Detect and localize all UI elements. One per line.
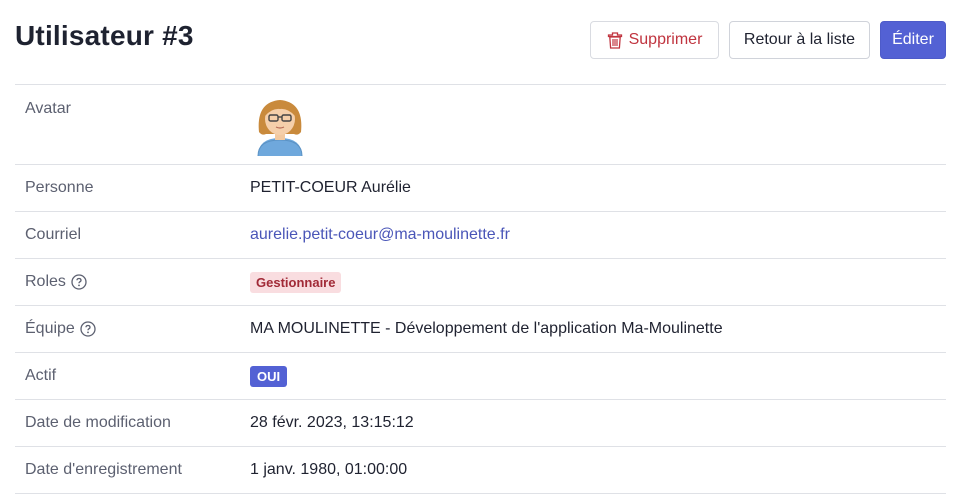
delete-button[interactable]: Supprimer [590,21,719,59]
row-registered: Date d'enregistrement 1 janv. 1980, 01:0… [15,446,946,494]
person-label: Personne [25,179,94,196]
row-email: Courriel aurelie.petit-coeur@ma-moulinet… [15,211,946,258]
row-roles: Roles Gestionnaire [15,258,946,305]
roles-label-cell: Roles [15,259,250,305]
row-person: Personne PETIT-COEUR Aurélie [15,164,946,211]
team-label-cell: Équipe [15,306,250,352]
page: Utilisateur #3 Supprimer Retour à la lis… [0,0,961,497]
row-team: Équipe MA MOULINETTE - Développement de … [15,305,946,352]
active-label: Actif [25,367,57,384]
email-link[interactable]: aurelie.petit-coeur@ma-moulinette.fr [250,226,510,244]
email-label: Courriel [25,226,82,243]
row-modified: Date de modification 28 févr. 2023, 13:1… [15,399,946,446]
roles-label: Roles [25,273,66,290]
user-details-table: Avatar Personne PETIT-COEUR Aurélie Cour… [15,84,946,494]
back-to-list-button[interactable]: Retour à la liste [729,21,870,59]
team-value: MA MOULINETTE - Développement de l'appli… [250,320,723,337]
avatar-label: Avatar [25,100,71,117]
registered-label: Date d'enregistrement [25,461,182,478]
active-badge: OUI [250,365,288,387]
registered-value: 1 janv. 1980, 01:00:00 [250,461,408,478]
modified-label: Date de modification [25,414,171,431]
roles-value-cell: Gestionnaire [250,259,946,305]
active-value-cell: OUI [250,353,946,399]
avatar-value [250,85,946,164]
page-header: Utilisateur #3 Supprimer Retour à la lis… [15,0,946,84]
modified-value: 28 févr. 2023, 13:15:12 [250,414,414,431]
delete-button-label: Supprimer [628,31,703,48]
page-title: Utilisateur #3 [15,20,194,51]
woman-avatar-icon [257,100,303,156]
help-icon[interactable] [80,321,96,337]
row-avatar: Avatar [15,84,946,164]
header-actions: Supprimer Retour à la liste Éditer [590,21,946,59]
trash-icon [607,31,622,49]
help-icon[interactable] [71,274,87,290]
team-label: Équipe [25,320,75,337]
role-badge: Gestionnaire [250,271,342,293]
row-active: Actif OUI [15,352,946,399]
edit-button[interactable]: Éditer [880,21,946,59]
person-value: PETIT-COEUR Aurélie [250,179,411,196]
email-value-cell: aurelie.petit-coeur@ma-moulinette.fr [250,212,946,258]
